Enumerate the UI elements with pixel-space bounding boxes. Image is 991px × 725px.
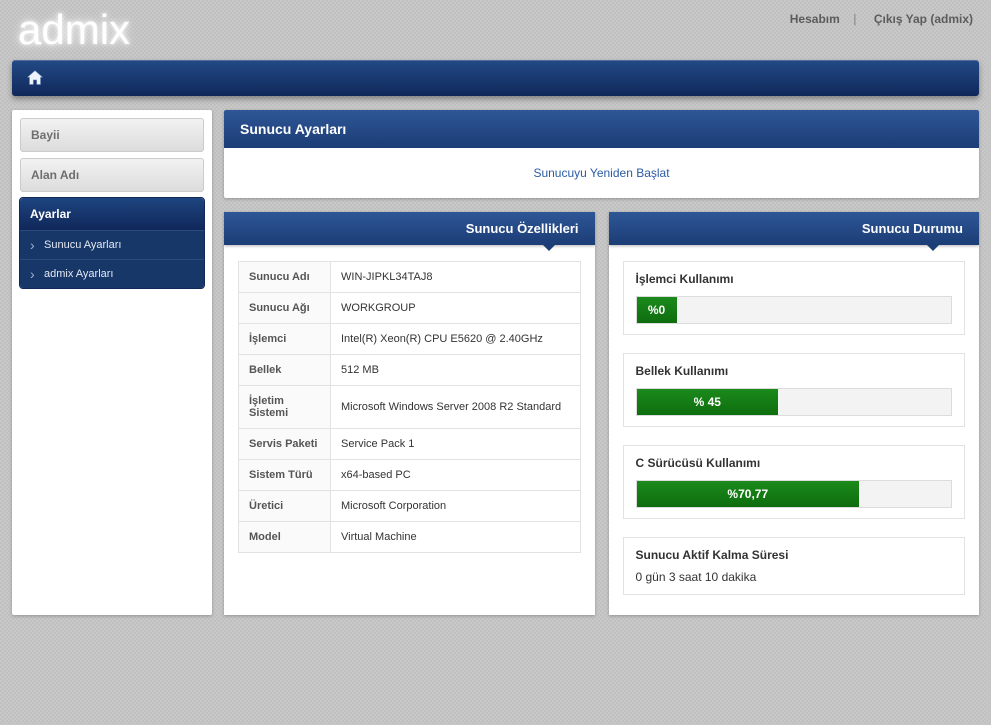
spec-key: Servis Paketi bbox=[239, 429, 331, 460]
logout-link[interactable]: Çıkış Yap (admix) bbox=[874, 12, 973, 26]
spec-value: x64-based PC bbox=[331, 460, 581, 491]
navbar bbox=[12, 60, 979, 96]
sidebar-group-title[interactable]: Ayarlar bbox=[20, 198, 204, 230]
spec-value: 512 MB bbox=[331, 355, 581, 386]
account-link[interactable]: Hesabım bbox=[790, 12, 840, 26]
uptime-label: Sunucu Aktif Kalma Süresi bbox=[636, 548, 953, 562]
table-row: Servis PaketiService Pack 1 bbox=[239, 429, 581, 460]
mem-usage-bar: % 45 bbox=[636, 388, 953, 416]
spec-value: Microsoft Windows Server 2008 R2 Standar… bbox=[331, 386, 581, 429]
mem-usage-label: Bellek Kullanımı bbox=[636, 364, 953, 378]
status-column: Sunucu Durumu İşlemci Kullanımı %0 Belle… bbox=[609, 212, 980, 615]
spec-key: İşlemci bbox=[239, 324, 331, 355]
disk-usage-bar: %70,77 bbox=[636, 480, 953, 508]
uptime-value: 0 gün 3 saat 10 dakika bbox=[636, 570, 953, 584]
sidebar-item-reseller[interactable]: Bayii bbox=[20, 118, 204, 152]
spec-key: Üretici bbox=[239, 491, 331, 522]
mem-usage-block: Bellek Kullanımı % 45 bbox=[623, 353, 966, 427]
uptime-block: Sunucu Aktif Kalma Süresi 0 gün 3 saat 1… bbox=[623, 537, 966, 595]
spec-value: Intel(R) Xeon(R) CPU E5620 @ 2.40GHz bbox=[331, 324, 581, 355]
table-row: Sunucu AdıWIN-JIPKL34TAJ8 bbox=[239, 262, 581, 293]
spec-key: Sunucu Adı bbox=[239, 262, 331, 293]
sidebar-item-server-settings[interactable]: Sunucu Ayarları bbox=[20, 230, 204, 259]
table-row: İşlemciIntel(R) Xeon(R) CPU E5620 @ 2.40… bbox=[239, 324, 581, 355]
table-row: Bellek512 MB bbox=[239, 355, 581, 386]
restart-server-link[interactable]: Sunucuyu Yeniden Başlat bbox=[242, 166, 961, 180]
spec-key: Bellek bbox=[239, 355, 331, 386]
spec-value: Virtual Machine bbox=[331, 522, 581, 553]
spec-value: WIN-JIPKL34TAJ8 bbox=[331, 262, 581, 293]
table-row: ModelVirtual Machine bbox=[239, 522, 581, 553]
sidebar: Bayii Alan Adı Ayarlar Sunucu Ayarları a… bbox=[12, 110, 212, 615]
page-title: Sunucu Ayarları bbox=[224, 110, 979, 148]
spec-key: Model bbox=[239, 522, 331, 553]
table-row: Sunucu AğıWORKGROUP bbox=[239, 293, 581, 324]
sidebar-item-domain[interactable]: Alan Adı bbox=[20, 158, 204, 192]
page-header-panel: Sunucu Ayarları Sunucuyu Yeniden Başlat bbox=[224, 110, 979, 198]
specs-column: Sunucu Özellikleri Sunucu AdıWIN-JIPKL34… bbox=[224, 212, 595, 615]
spec-value: WORKGROUP bbox=[331, 293, 581, 324]
cpu-usage-label: İşlemci Kullanımı bbox=[636, 272, 953, 286]
home-icon[interactable] bbox=[26, 69, 44, 87]
disk-usage-block: C Sürücüsü Kullanımı %70,77 bbox=[623, 445, 966, 519]
table-row: ÜreticiMicrosoft Corporation bbox=[239, 491, 581, 522]
sidebar-item-admix-settings[interactable]: admix Ayarları bbox=[20, 259, 204, 288]
cpu-usage-fill: %0 bbox=[637, 297, 677, 323]
status-section-title: Sunucu Durumu bbox=[609, 212, 980, 245]
separator: | bbox=[853, 12, 856, 26]
spec-value: Service Pack 1 bbox=[331, 429, 581, 460]
spec-key: Sistem Türü bbox=[239, 460, 331, 491]
sidebar-group-settings: Ayarlar Sunucu Ayarları admix Ayarları bbox=[20, 198, 204, 288]
table-row: İşletim SistemiMicrosoft Windows Server … bbox=[239, 386, 581, 429]
cpu-usage-bar: %0 bbox=[636, 296, 953, 324]
disk-usage-fill: %70,77 bbox=[637, 481, 860, 507]
spec-value: Microsoft Corporation bbox=[331, 491, 581, 522]
spec-key: Sunucu Ağı bbox=[239, 293, 331, 324]
mem-usage-fill: % 45 bbox=[637, 389, 779, 415]
disk-usage-label: C Sürücüsü Kullanımı bbox=[636, 456, 953, 470]
specs-section-title: Sunucu Özellikleri bbox=[224, 212, 595, 245]
cpu-usage-block: İşlemci Kullanımı %0 bbox=[623, 261, 966, 335]
spec-key: İşletim Sistemi bbox=[239, 386, 331, 429]
main-content: Sunucu Ayarları Sunucuyu Yeniden Başlat … bbox=[224, 110, 979, 615]
table-row: Sistem Türüx64-based PC bbox=[239, 460, 581, 491]
specs-table: Sunucu AdıWIN-JIPKL34TAJ8Sunucu AğıWORKG… bbox=[238, 261, 581, 553]
